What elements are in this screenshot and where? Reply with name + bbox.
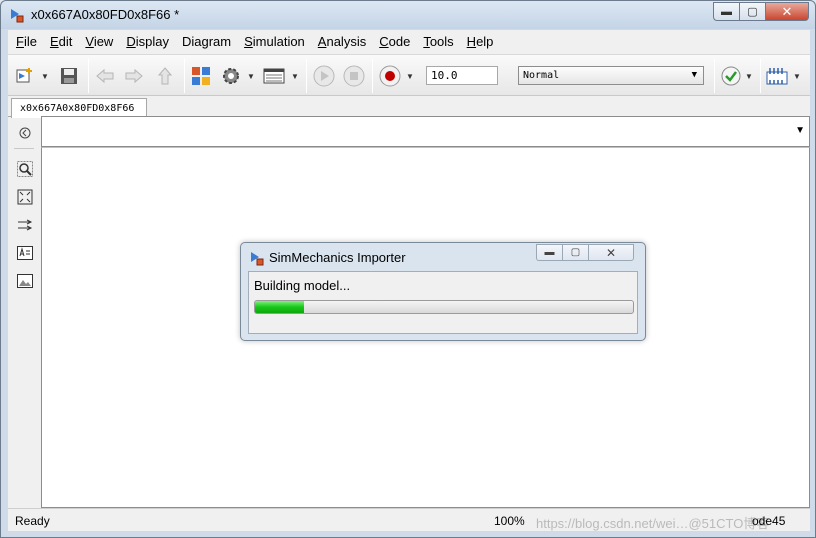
model-icon: [11, 9, 24, 23]
record-icon: [379, 65, 401, 87]
status-bar: Ready https://blog.csdn.net/wei…@51CTO博客…: [8, 508, 810, 531]
menu-simulation[interactable]: Simulation: [239, 34, 310, 49]
up-button[interactable]: [154, 64, 176, 88]
annotation-button[interactable]: [16, 244, 34, 262]
fit-view-button[interactable]: [16, 188, 34, 206]
menu-tools[interactable]: Tools: [418, 34, 458, 49]
model-path-bar[interactable]: ▼: [41, 116, 810, 147]
advisor-dropdown[interactable]: ▼: [744, 64, 754, 88]
model-tabs: x0x667A0x80FD0x8F66: [8, 97, 810, 118]
minimize-button[interactable]: ▬: [713, 2, 739, 21]
explorer-dropdown[interactable]: ▼: [290, 64, 300, 88]
dialog-body: Building model...: [248, 271, 638, 334]
watermark: https://blog.csdn.net/wei…@51CTO博客: [536, 516, 770, 531]
stop-button[interactable]: [342, 64, 366, 88]
stop-icon: [343, 65, 365, 87]
chevron-down-icon: ▼: [406, 71, 414, 81]
menu-diagram[interactable]: Diagram: [177, 34, 236, 49]
title-bar[interactable]: x0x667A0x80FD0x8F66 * ▬ ▢ ✕: [1, 1, 815, 29]
build-dropdown[interactable]: ▼: [792, 64, 802, 88]
back-button[interactable]: [94, 64, 116, 88]
status-text: Ready: [15, 514, 50, 528]
run-button[interactable]: [312, 64, 336, 88]
progress-fill: [255, 301, 305, 313]
record-dropdown[interactable]: ▼: [405, 64, 415, 88]
back-icon: [96, 68, 114, 84]
tab-model[interactable]: x0x667A0x80FD0x8F66: [11, 98, 147, 118]
menu-display[interactable]: Display: [121, 34, 174, 49]
forward-icon: [125, 68, 143, 84]
zoom-level: 100%: [494, 514, 525, 528]
menu-code[interactable]: Code: [374, 34, 415, 49]
model-explorer-button[interactable]: [262, 64, 286, 88]
zoom-icon: [17, 161, 33, 177]
menu-help[interactable]: Help: [462, 34, 499, 49]
simulation-mode-value: Normal: [523, 70, 560, 81]
annotation-icon: [17, 246, 33, 260]
build-icon: [766, 68, 788, 85]
image-button[interactable]: [16, 272, 34, 290]
dialog-minimize-button[interactable]: ▬: [536, 244, 562, 261]
new-model-icon: [16, 68, 32, 83]
new-model-button[interactable]: [14, 64, 36, 88]
chevron-down-icon: ▼: [745, 71, 753, 81]
dialog-close-button[interactable]: ✕: [588, 244, 634, 261]
window-title: x0x667A0x80FD0x8F66 *: [31, 7, 180, 22]
up-icon: [157, 67, 173, 85]
fit-view-icon: [17, 189, 33, 205]
chevron-down-icon: ▼: [291, 71, 299, 81]
menu-analysis[interactable]: Analysis: [313, 34, 371, 49]
simulation-mode-select[interactable]: Normal ▼: [518, 66, 704, 85]
menu-file[interactable]: File: [11, 34, 42, 49]
importer-dialog: SimMechanics Importer ▬ ▢ ✕ Building mod…: [240, 242, 646, 341]
hide-browser-button[interactable]: [16, 124, 34, 142]
dialog-title: SimMechanics Importer: [269, 250, 406, 265]
chevron-down-icon: ▼: [41, 71, 49, 81]
chevron-down-icon: ▼: [793, 71, 801, 81]
check-icon: [721, 66, 741, 86]
arrow-button[interactable]: [16, 216, 34, 234]
model-settings-button[interactable]: [220, 64, 242, 88]
save-icon: [61, 68, 77, 84]
dialog-maximize-button[interactable]: ▢: [562, 244, 588, 261]
forward-button[interactable]: [123, 64, 145, 88]
image-icon: [17, 274, 33, 288]
menu-bar: File Edit View Display Diagram Simulatio…: [8, 30, 810, 52]
menu-edit[interactable]: Edit: [45, 34, 77, 49]
hide-browser-icon: [19, 127, 31, 139]
chevron-down-icon: ▼: [247, 71, 255, 81]
model-explorer-icon: [263, 68, 285, 84]
chevron-down-icon[interactable]: ▼: [795, 125, 805, 136]
toolbar: ▼ ▼ ▼ ▼ 10.0 Normal ▼ ▼ ▼: [8, 54, 810, 96]
new-model-dropdown[interactable]: ▼: [40, 64, 50, 88]
tool-palette: [8, 118, 41, 503]
solver-name: ode45: [752, 514, 786, 528]
model-advisor-button[interactable]: [720, 64, 742, 88]
stop-time-field[interactable]: 10.0: [426, 66, 498, 85]
maximize-button[interactable]: ▢: [739, 2, 765, 21]
settings-dropdown[interactable]: ▼: [246, 64, 256, 88]
dialog-message: Building model...: [254, 278, 351, 293]
library-browser-icon: [192, 67, 210, 85]
arrow-icon: [18, 219, 33, 231]
settings-gear-icon: [223, 68, 239, 84]
zoom-button[interactable]: [16, 160, 34, 178]
build-button[interactable]: [766, 64, 788, 88]
chevron-down-icon: ▼: [691, 70, 697, 80]
close-button[interactable]: ✕: [765, 2, 809, 21]
library-browser-button[interactable]: [190, 64, 212, 88]
record-button[interactable]: [378, 64, 402, 88]
progress-bar: [254, 300, 634, 314]
save-button[interactable]: [58, 64, 80, 88]
menu-view[interactable]: View: [80, 34, 118, 49]
model-icon: [251, 252, 264, 266]
run-icon: [313, 65, 335, 87]
